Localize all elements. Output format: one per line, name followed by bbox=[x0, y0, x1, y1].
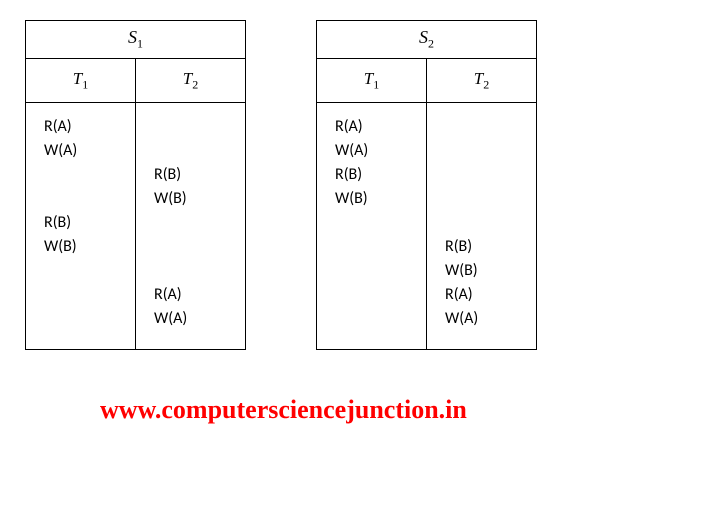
schedule-s2: S2 T1 T2 R(A) W(A) R(B) W(B) R(B) W(B) bbox=[316, 20, 537, 350]
op: R(B) bbox=[335, 163, 418, 187]
schedule-s1-col2-ops: R(B) W(B) R(A) W(A) bbox=[136, 102, 246, 349]
schedule-s2-title-label: S bbox=[419, 27, 428, 47]
schedule-s2-col2-header: T2 bbox=[427, 58, 537, 102]
schedule-s2-col1-header: T1 bbox=[317, 58, 427, 102]
schedule-s2-title: S2 bbox=[317, 21, 537, 59]
op: W(A) bbox=[445, 307, 528, 331]
op: W(A) bbox=[44, 139, 127, 163]
col-label: T bbox=[364, 69, 373, 88]
op: R(A) bbox=[154, 283, 237, 307]
col-label: T bbox=[73, 69, 82, 88]
col-sub: 2 bbox=[483, 77, 489, 91]
op: W(A) bbox=[335, 139, 418, 163]
col-sub: 2 bbox=[192, 77, 198, 91]
col-label: T bbox=[183, 69, 192, 88]
op: W(B) bbox=[154, 187, 237, 211]
col-sub: 1 bbox=[82, 77, 88, 91]
schedule-s2-col1-ops: R(A) W(A) R(B) W(B) bbox=[317, 102, 427, 349]
schedule-s1-col2-header: T2 bbox=[136, 58, 246, 102]
op: R(A) bbox=[445, 283, 528, 307]
col-label: T bbox=[474, 69, 483, 88]
op: R(B) bbox=[154, 163, 237, 187]
op: W(B) bbox=[445, 259, 528, 283]
op: W(B) bbox=[335, 187, 418, 211]
schedule-s2-col2-ops: R(B) W(B) R(A) W(A) bbox=[427, 102, 537, 349]
op: R(A) bbox=[44, 115, 127, 139]
schedules-container: S1 T1 T2 R(A) W(A) R(B) W(B) R(B) W(B) bbox=[25, 20, 686, 350]
op: R(B) bbox=[445, 235, 528, 259]
schedule-s1-col1-header: T1 bbox=[26, 58, 136, 102]
op: W(A) bbox=[154, 307, 237, 331]
op: W(B) bbox=[44, 235, 127, 259]
schedule-s1-col1-ops: R(A) W(A) R(B) W(B) bbox=[26, 102, 136, 349]
schedule-s1-title-label: S bbox=[128, 27, 137, 47]
op: R(A) bbox=[335, 115, 418, 139]
schedule-s2-title-sub: 2 bbox=[428, 37, 434, 51]
schedule-s1-title: S1 bbox=[26, 21, 246, 59]
schedule-s1: S1 T1 T2 R(A) W(A) R(B) W(B) R(B) W(B) bbox=[25, 20, 246, 350]
schedule-s1-title-sub: 1 bbox=[137, 37, 143, 51]
op: R(B) bbox=[44, 211, 127, 235]
col-sub: 1 bbox=[373, 77, 379, 91]
watermark-link[interactable]: www.computersciencejunction.in bbox=[100, 395, 686, 425]
